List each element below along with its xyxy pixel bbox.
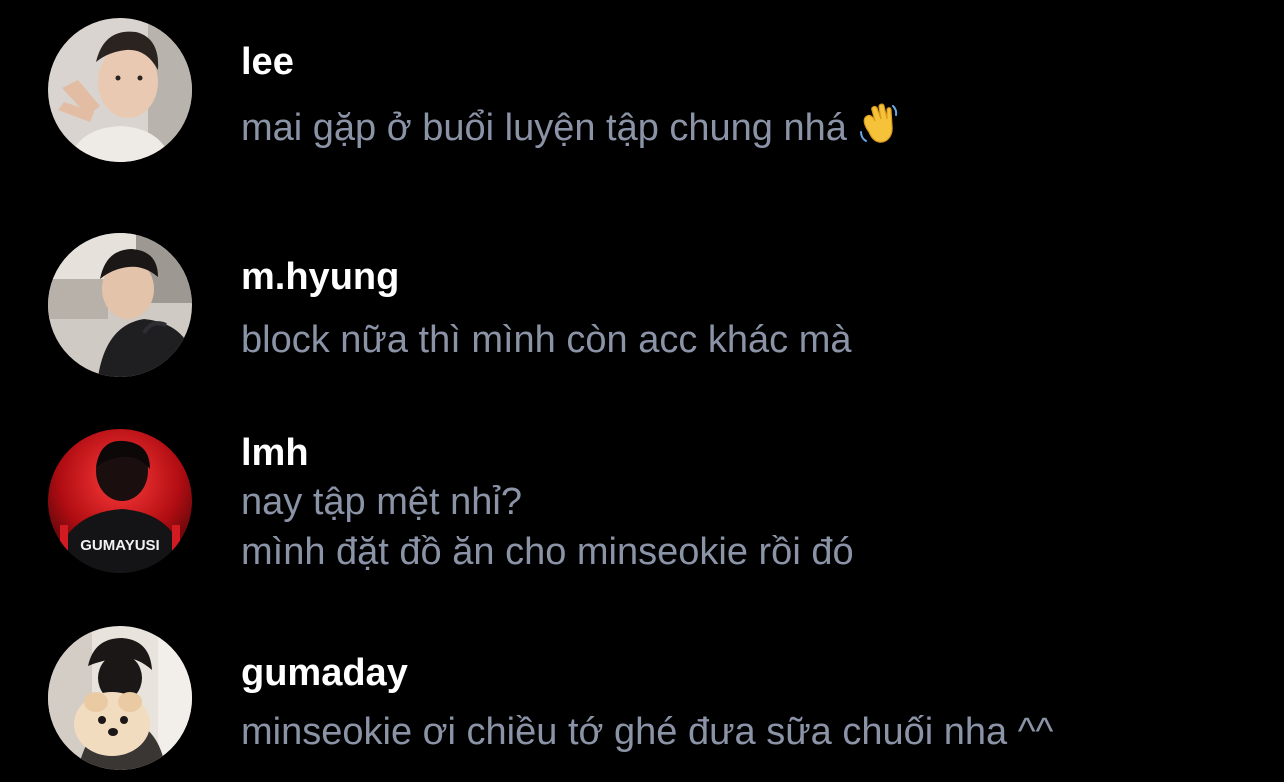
avatar[interactable] [48, 233, 192, 377]
username: gumaday [241, 652, 408, 694]
avatar-photo-gumaday [48, 626, 192, 770]
avatar[interactable]: GUMAYUSI [48, 429, 192, 573]
message-text: block nữa thì mình còn acc khác mà [241, 319, 852, 361]
message-text: minseokie ơi chiều tớ ghé đưa sữa chuối … [241, 711, 1054, 753]
message-text: nay tập mệt nhỉ? [241, 481, 522, 523]
avatar-photo-m-hyung [48, 233, 192, 377]
avatar[interactable] [48, 626, 192, 770]
message-text: mình đặt đồ ăn cho minseokie rồi đó [241, 531, 854, 573]
username: m.hyung [241, 256, 400, 298]
message-thread-list: lee mai gặp ở buổi luyện tập chung nhá m… [0, 0, 1284, 782]
avatar-photo-lmh: GUMAYUSI [48, 429, 192, 573]
avatar[interactable] [48, 18, 192, 162]
message-preview: mai gặp ở buổi luyện tập chung nhá [241, 102, 1244, 153]
username: lee [241, 41, 294, 83]
avatar-photo-lee [48, 18, 192, 162]
waving-hand-icon [857, 102, 901, 146]
username: lmh [241, 432, 309, 474]
message-text: mai gặp ở buổi luyện tập chung nhá [241, 107, 847, 149]
thread-item-lee[interactable]: lee mai gặp ở buổi luyện tập chung nhá [0, 18, 1284, 163]
thread-item-m-hyung[interactable]: m.hyung block nữa thì mình còn acc khác … [0, 233, 1284, 378]
thread-item-lmh[interactable]: GUMAYUSI lmh nay tập mệt nhỉ? mình đặt đ… [0, 429, 1284, 574]
jersey-name: GUMAYUSI [80, 537, 159, 554]
thread-item-gumaday[interactable]: gumaday minseokie ơi chiều tớ ghé đưa sữ… [0, 626, 1284, 771]
